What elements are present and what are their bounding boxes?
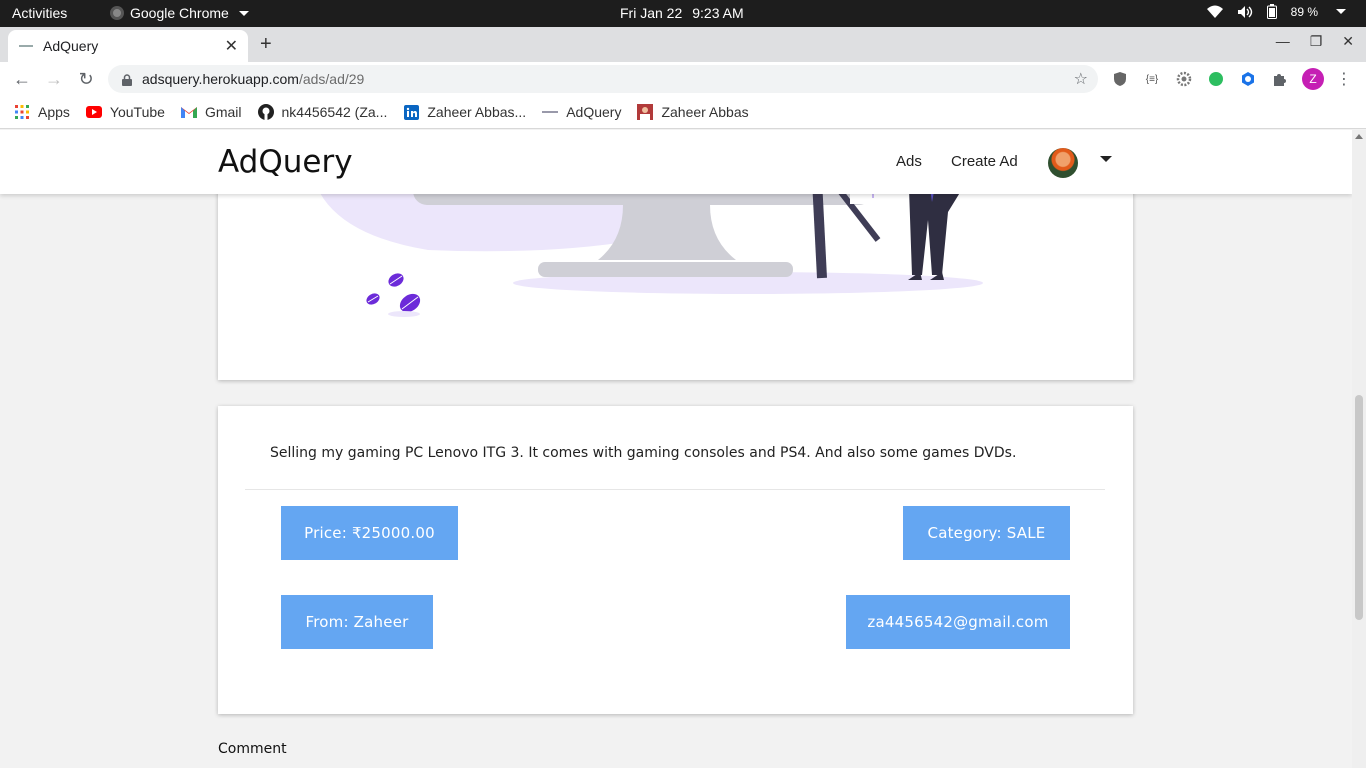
site-navbar: AdQuery Ads Create Ad <box>0 130 1352 194</box>
scrollbar-thumb[interactable] <box>1355 395 1363 620</box>
bookmark-label: Zaheer Abbas... <box>427 104 527 120</box>
evernote-icon[interactable] <box>1206 69 1226 89</box>
restore-icon[interactable]: ❐ <box>1310 33 1323 50</box>
seller-badge: From: Zaheer <box>281 595 433 649</box>
nav-link-ads[interactable]: Ads <box>896 153 922 170</box>
chevron-down-icon <box>1336 9 1346 14</box>
system-top-bar: Activities Google Chrome Fri Jan 22 9:23… <box>0 0 1366 27</box>
forward-arrow-icon[interactable]: → <box>38 69 70 90</box>
bookmark-label: YouTube <box>109 104 165 120</box>
comment-heading: Comment <box>218 741 287 757</box>
back-arrow-icon[interactable]: ← <box>6 69 38 90</box>
address-bar[interactable]: adsquery.herokuapp.com /ads/ad/29 ☆ <box>108 65 1098 93</box>
app-menu[interactable]: Google Chrome <box>110 5 249 21</box>
seller-email-badge[interactable]: za4456542@gmail.com <box>846 595 1070 649</box>
nav-link-create-ad[interactable]: Create Ad <box>951 153 1018 170</box>
youtube-icon <box>85 104 102 120</box>
bookmark-zaheer-abbas[interactable]: Zaheer Abbas <box>637 104 749 120</box>
bookmark-apps[interactable]: Apps <box>14 104 70 120</box>
page-scrollbar[interactable] <box>1352 130 1366 768</box>
reload-icon[interactable]: ↻ <box>70 69 102 90</box>
volume-icon <box>1237 5 1252 18</box>
apps-grid-icon <box>14 104 30 120</box>
profile-avatar[interactable]: Z <box>1302 68 1324 90</box>
puzzle-extensions-icon[interactable] <box>1270 69 1290 89</box>
window-controls: — ❐ ✕ <box>1276 33 1354 50</box>
minimize-icon[interactable]: — <box>1276 33 1290 50</box>
clock-date: Fri Jan 22 <box>620 5 683 21</box>
bookmark-star-icon[interactable]: ☆ <box>1074 69 1088 89</box>
extensions-area: {≡} Z ⋮ <box>1110 68 1352 90</box>
url-host: adsquery.herokuapp.com <box>142 71 299 87</box>
ad-details-card: Selling my gaming PC Lenovo ITG 3. It co… <box>218 406 1133 714</box>
bookmarks-bar: Apps YouTube Gmail nk4456542 (Za... Zahe… <box>0 96 1366 129</box>
json-formatter-icon[interactable]: {≡} <box>1142 69 1162 89</box>
bookmark-label: Apps <box>38 104 70 120</box>
chrome-icon <box>110 6 124 20</box>
bookmark-github[interactable]: nk4456542 (Za... <box>257 104 388 120</box>
bookmark-gmail[interactable]: Gmail <box>180 104 242 120</box>
url-path: /ads/ad/29 <box>298 71 365 87</box>
bookmark-label: Gmail <box>204 104 242 120</box>
chevron-down-icon <box>238 10 249 16</box>
site-brand[interactable]: AdQuery <box>218 144 353 180</box>
clock[interactable]: Fri Jan 22 9:23 AM <box>620 5 744 21</box>
tab-strip: AdQuery ✕ + — ❐ ✕ <box>0 27 1366 62</box>
github-icon <box>257 104 274 120</box>
scroll-up-arrow-icon[interactable] <box>1355 134 1363 139</box>
ad-description: Selling my gaming PC Lenovo ITG 3. It co… <box>270 445 1017 461</box>
lock-icon <box>122 73 132 86</box>
bookmark-label: nk4456542 (Za... <box>281 104 388 120</box>
price-badge: Price: ₹25000.00 <box>281 506 458 560</box>
codeium-icon[interactable] <box>1238 69 1258 89</box>
app-menu-label: Google Chrome <box>130 5 229 21</box>
category-badge: Category: SALE <box>903 506 1070 560</box>
page-viewport: AdQuery Ads Create Ad Selling my gaming … <box>0 130 1352 768</box>
chevron-down-icon[interactable] <box>1100 156 1112 162</box>
user-avatar[interactable] <box>1048 148 1078 178</box>
activities-button[interactable]: Activities <box>12 5 67 21</box>
battery-percent: 89 % <box>1290 4 1318 19</box>
adquery-icon <box>18 38 34 54</box>
bookmark-label: AdQuery <box>566 104 622 120</box>
wifi-icon <box>1206 5 1223 18</box>
clock-time: 9:23 AM <box>692 5 744 21</box>
profile-photo-icon <box>637 104 654 120</box>
new-tab-button[interactable]: + <box>260 33 272 56</box>
divider <box>245 489 1105 490</box>
bookmark-adquery[interactable]: AdQuery <box>542 104 621 120</box>
settings-gear-icon[interactable] <box>1174 69 1194 89</box>
close-window-icon[interactable]: ✕ <box>1342 33 1354 50</box>
system-tray[interactable]: 89 % <box>1206 4 1346 19</box>
tab-adquery[interactable]: AdQuery ✕ <box>8 30 248 62</box>
linkedin-icon <box>403 104 419 120</box>
ublock-icon[interactable] <box>1110 69 1130 89</box>
close-tab-icon[interactable]: ✕ <box>225 36 238 56</box>
more-menu-icon[interactable]: ⋮ <box>1336 69 1352 89</box>
bookmark-youtube[interactable]: YouTube <box>85 104 165 120</box>
bookmark-linkedin[interactable]: Zaheer Abbas... <box>403 104 526 120</box>
tab-title: AdQuery <box>43 38 99 54</box>
battery-icon <box>1266 4 1277 19</box>
gmail-icon <box>180 104 197 120</box>
adquery-icon <box>542 104 559 120</box>
browser-toolbar: ← → ↻ adsquery.herokuapp.com /ads/ad/29 … <box>0 62 1366 96</box>
bookmark-label: Zaheer Abbas <box>661 104 749 120</box>
